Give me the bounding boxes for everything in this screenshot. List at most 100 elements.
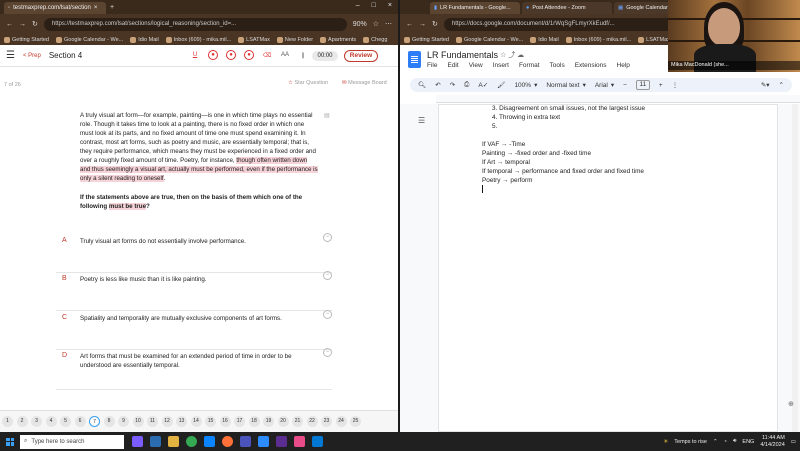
search-icon[interactable]: 🔍︎ xyxy=(418,81,426,89)
question-number-button[interactable]: 16 xyxy=(219,416,231,427)
answer-choice-c[interactable]: C Spatiality and temporality are mutuall… xyxy=(56,310,332,350)
question-number-button[interactable]: 7 xyxy=(89,416,100,427)
menu-format[interactable]: Format xyxy=(519,62,540,69)
spellcheck-icon[interactable]: A✓ xyxy=(478,81,488,89)
star-bookmark-icon[interactable]: ☆ xyxy=(373,20,379,28)
tray-expand-icon[interactable]: ⌃ xyxy=(713,439,718,445)
menu-tools[interactable]: Tools xyxy=(550,62,565,69)
eliminate-choice-icon[interactable]: − xyxy=(323,233,332,242)
answer-choice-d[interactable]: D Art forms that must be examined for an… xyxy=(56,348,332,390)
underline-tool-icon[interactable]: U xyxy=(190,50,200,60)
timer[interactable]: 00:00 xyxy=(312,51,338,61)
question-number-button[interactable]: 10 xyxy=(132,416,144,427)
bookmark-item[interactable]: Idio Mail xyxy=(530,36,559,43)
reload-icon[interactable]: ↻ xyxy=(432,20,438,28)
answer-choice-b[interactable]: B Poetry is less like music than it is l… xyxy=(56,271,332,311)
close-window-icon[interactable]: × xyxy=(388,2,392,9)
question-number-button[interactable]: 25 xyxy=(350,416,361,427)
question-number-button[interactable]: 17 xyxy=(234,416,245,427)
eliminate-choice-icon[interactable]: − xyxy=(323,271,332,280)
start-button[interactable] xyxy=(0,437,20,446)
reload-icon[interactable]: ↻ xyxy=(32,20,38,28)
font-size-increase[interactable]: + xyxy=(659,82,663,89)
message-board-button[interactable]: ✉ Message Board xyxy=(342,80,387,86)
question-number-button[interactable]: 13 xyxy=(176,416,187,427)
left-tab[interactable]: ◦ testmaxprep.com/lsat/section × xyxy=(4,2,106,14)
question-number-button[interactable]: 11 xyxy=(147,416,158,427)
volume-icon[interactable]: 🔊︎ xyxy=(733,438,736,445)
doc-star-icon[interactable]: ☆ ⤴ ☁ xyxy=(500,50,524,60)
left-url-field[interactable]: https://testmaxprep.com/lsat/sections/lo… xyxy=(43,17,347,31)
app-icon-2[interactable] xyxy=(294,436,305,447)
question-number-button[interactable]: 20 xyxy=(277,416,289,427)
explore-icon[interactable]: ⊕ xyxy=(788,400,794,408)
google-docs-icon[interactable] xyxy=(408,51,421,68)
maximize-icon[interactable]: □ xyxy=(372,2,376,9)
question-number-button[interactable]: 19 xyxy=(263,416,274,427)
bookmark-item[interactable]: Google Calendar - We... xyxy=(456,36,523,43)
star-question-button[interactable]: ☆ Star Question xyxy=(288,80,328,86)
edge-icon[interactable] xyxy=(204,436,215,447)
menu-view[interactable]: View xyxy=(469,62,483,69)
print-icon[interactable]: ⎙ xyxy=(464,81,469,89)
weather-icon[interactable]: ☀ xyxy=(663,439,668,445)
question-number-button[interactable]: 4 xyxy=(45,416,57,427)
question-number-button[interactable]: 8 xyxy=(103,416,115,427)
folder-icon[interactable] xyxy=(168,436,179,447)
editing-mode-icon[interactable]: ✎▾ xyxy=(761,81,770,89)
question-number-button[interactable]: 15 xyxy=(205,416,216,427)
file-explorer-icon[interactable] xyxy=(150,436,161,447)
question-number-button[interactable]: 5 xyxy=(60,416,71,427)
question-number-button[interactable]: 21 xyxy=(292,416,303,427)
zoom-indicator[interactable]: 90% xyxy=(353,21,367,28)
menu-extensions[interactable]: Extensions xyxy=(575,62,607,69)
app-icon-3[interactable] xyxy=(312,436,323,447)
question-number-button[interactable]: 14 xyxy=(190,416,202,427)
more-options-icon[interactable]: ⋮ xyxy=(672,81,679,89)
highlight-tool-3-icon[interactable]: ● xyxy=(244,50,254,60)
app-icon[interactable] xyxy=(276,436,287,447)
language[interactable]: ENG xyxy=(742,439,754,445)
question-number-button[interactable]: 9 xyxy=(118,416,129,427)
pause-icon[interactable]: ∥ xyxy=(298,50,308,60)
bookmark-item[interactable]: Getting Started xyxy=(404,36,449,43)
tab-lr-fundamentals[interactable]: ▮ LR Fundamentals - Google... xyxy=(430,2,520,14)
bookmark-item[interactable]: Idio Mail xyxy=(130,36,159,43)
chrome-icon[interactable] xyxy=(186,436,197,447)
weather-text[interactable]: Temps to rise xyxy=(674,439,707,445)
bookmark-item[interactable]: New Folder xyxy=(276,36,313,43)
tab-zoom[interactable]: ● Post Attendee - Zoom xyxy=(522,2,612,14)
highlight-tool-2-icon[interactable]: ● xyxy=(226,50,236,60)
taskbar-search[interactable]: ⌕ Type here to search xyxy=(20,434,124,449)
new-tab-icon[interactable]: + xyxy=(110,4,114,11)
bookmark-item[interactable]: Chegg xyxy=(363,36,387,43)
doc-body[interactable]: 3. Disagreement on small issues, not the… xyxy=(482,104,645,194)
highlight-tool-icon[interactable]: ● xyxy=(208,50,218,60)
question-number-button[interactable]: 1 xyxy=(2,416,13,427)
back-icon[interactable]: ← xyxy=(406,21,413,28)
question-number-button[interactable]: 23 xyxy=(321,416,332,427)
notes-icon[interactable]: ▤ xyxy=(324,112,330,119)
menu-icon[interactable]: ⋯ xyxy=(385,20,392,28)
font-size-decrease[interactable]: − xyxy=(623,82,627,89)
teams-icon[interactable] xyxy=(240,436,251,447)
zoom-select[interactable]: 100% ▾ xyxy=(514,81,537,90)
forward-icon[interactable]: → xyxy=(19,21,26,28)
doc-title[interactable]: LR Fundamentals xyxy=(427,50,498,60)
eraser-icon[interactable]: ⌫ xyxy=(262,50,272,60)
forward-icon[interactable]: → xyxy=(419,21,426,28)
back-icon[interactable]: ← xyxy=(6,21,13,28)
eliminate-choice-icon[interactable]: − xyxy=(323,310,332,319)
hamburger-menu-icon[interactable]: ☰ xyxy=(6,50,15,61)
text-size-icon[interactable]: AA xyxy=(280,50,290,60)
minimize-icon[interactable]: – xyxy=(356,2,360,9)
question-number-button[interactable]: 24 xyxy=(335,416,347,427)
bookmark-item[interactable]: Google Calendar - We... xyxy=(56,36,123,43)
menu-file[interactable]: File xyxy=(427,62,437,69)
bookmark-item[interactable]: LSATMax xyxy=(638,36,670,43)
bookmark-item[interactable]: Apartments xyxy=(320,36,356,43)
answer-choice-a[interactable]: A Truly visual art forms do not essentia… xyxy=(56,233,332,273)
question-number-button[interactable]: 18 xyxy=(248,416,260,427)
question-number-button[interactable]: 6 xyxy=(74,416,86,427)
font-size-input[interactable]: 11 xyxy=(635,80,650,90)
